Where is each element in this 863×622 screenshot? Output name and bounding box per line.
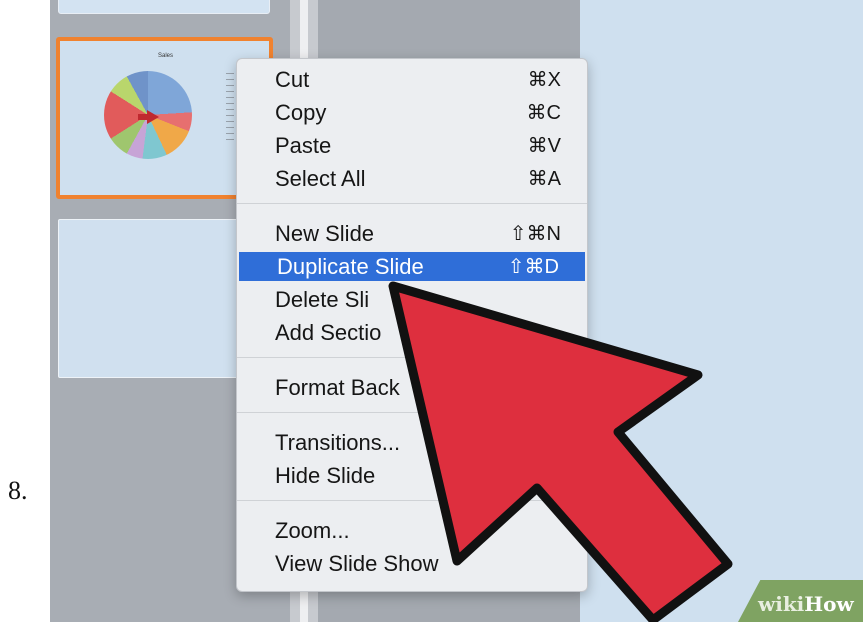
pointer-overlay bbox=[388, 281, 733, 622]
watermark-text: wikiHow bbox=[758, 592, 854, 616]
arrow-cursor-icon bbox=[388, 281, 733, 622]
watermark-text-part1: wiki bbox=[758, 592, 805, 616]
wikihow-watermark: wikiHow bbox=[718, 580, 863, 622]
watermark-text-part2: How bbox=[804, 592, 854, 616]
step-number: 8. bbox=[8, 476, 28, 505]
screenshot-frame: Sales Cut ⌘X Copy ⌘C Paste ⌘V Select All ⌘A New … bbox=[50, 0, 863, 622]
